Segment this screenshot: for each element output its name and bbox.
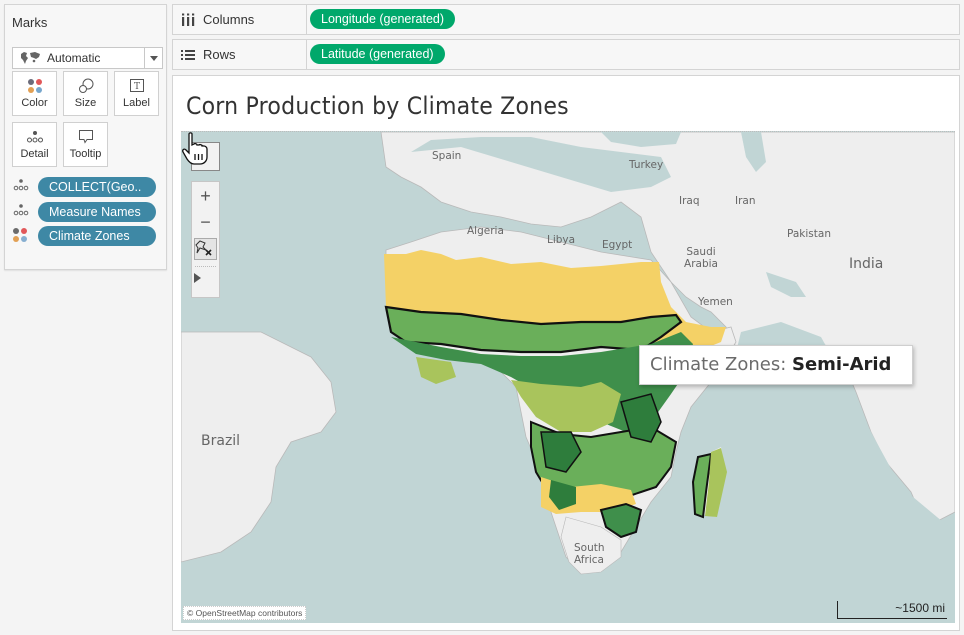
size-button[interactable]: Size bbox=[63, 71, 108, 116]
map-label-brazil: Brazil bbox=[201, 433, 241, 449]
rows-shelf: Rows Latitude (generated) bbox=[172, 39, 960, 70]
field-pill-measure-names[interactable]: Measure Names bbox=[38, 202, 156, 222]
viz-panel: Corn Production by Climate Zones Spain T… bbox=[172, 75, 960, 631]
map-label-spain: Spain bbox=[432, 150, 462, 162]
field-pill-collect-geometry[interactable]: COLLECT(Geo.. bbox=[38, 177, 156, 197]
longitude-pill[interactable]: Longitude (generated) bbox=[310, 9, 456, 29]
zone-humid-west bbox=[416, 357, 456, 384]
map-attribution[interactable]: © OpenStreetMap contributors bbox=[183, 606, 307, 620]
marks-card: Marks Automatic Color Size T Label Detai… bbox=[4, 4, 167, 270]
detail-button-label: Detail bbox=[20, 148, 49, 160]
tooltip-button-label: Tooltip bbox=[69, 148, 102, 160]
mark-type-value: Automatic bbox=[47, 51, 101, 65]
viz-title: Corn Production by Climate Zones bbox=[186, 92, 569, 120]
label-button[interactable]: T Label bbox=[114, 71, 159, 116]
controls-divider bbox=[195, 266, 216, 267]
marks-title: Marks bbox=[12, 15, 48, 30]
color-button[interactable]: Color bbox=[12, 71, 57, 116]
color-dots-icon bbox=[13, 78, 56, 94]
map-label-algeria: Algeria bbox=[467, 225, 504, 237]
zoom-in-button[interactable]: + bbox=[192, 184, 219, 208]
svg-text:T: T bbox=[133, 82, 139, 92]
size-circles-icon bbox=[64, 78, 107, 94]
rows-label: Rows bbox=[203, 47, 236, 62]
marks-field-row: COLLECT(Geo.. bbox=[12, 177, 164, 197]
map-label-iraq: Iraq bbox=[679, 195, 700, 207]
detail-dots-icon bbox=[12, 203, 38, 221]
color-button-label: Color bbox=[21, 97, 48, 109]
detail-dots-icon bbox=[13, 129, 56, 145]
map-zoom-controls: + − bbox=[191, 181, 220, 298]
tooltip-value: Semi-Arid bbox=[792, 354, 892, 375]
map-label-egypt: Egypt bbox=[602, 239, 633, 251]
map-tooltip: Climate Zones: Semi-Arid bbox=[639, 345, 913, 385]
tooltip-button[interactable]: Tooltip bbox=[63, 122, 108, 167]
rows-icon bbox=[181, 48, 195, 62]
map-label-saudi-arabia: Saudi Arabia bbox=[684, 246, 718, 270]
rows-shelf-label: Rows bbox=[173, 40, 307, 69]
tooltip-key: Climate Zones: bbox=[650, 354, 787, 375]
zoom-out-button[interactable]: − bbox=[192, 210, 219, 234]
tooltip-bubble-icon bbox=[64, 129, 107, 145]
color-dots-icon bbox=[12, 227, 38, 245]
map-marks-icon bbox=[20, 51, 42, 65]
detail-button[interactable]: Detail bbox=[12, 122, 57, 167]
size-button-label: Size bbox=[74, 97, 97, 109]
play-arrow-icon bbox=[194, 273, 201, 283]
detail-dots-icon bbox=[12, 178, 38, 196]
columns-icon bbox=[181, 13, 195, 27]
label-text-icon: T bbox=[115, 78, 158, 94]
map-label-yemen: Yemen bbox=[698, 296, 733, 308]
columns-shelf: Columns Longitude (generated) bbox=[172, 4, 960, 35]
unpin-map-button[interactable] bbox=[194, 238, 217, 260]
mark-type-dropdown[interactable]: Automatic bbox=[12, 47, 163, 69]
marks-field-row: Measure Names bbox=[12, 202, 164, 222]
map-label-south-africa: South Africa bbox=[574, 542, 605, 566]
hand-pointer-icon bbox=[182, 132, 208, 165]
columns-label: Columns bbox=[203, 12, 255, 27]
map-scale-bar: ~1500 mi bbox=[837, 601, 947, 619]
chevron-down-icon[interactable] bbox=[144, 48, 162, 68]
marks-field-row: Climate Zones bbox=[12, 226, 164, 246]
unpin-map-icon bbox=[195, 240, 212, 256]
map-label-pakistan: Pakistan bbox=[787, 228, 831, 240]
expand-toolbar-button[interactable] bbox=[192, 272, 219, 296]
label-button-label: Label bbox=[123, 97, 150, 109]
map-label-libya: Libya bbox=[547, 234, 576, 246]
field-pill-climate-zones[interactable]: Climate Zones bbox=[38, 226, 156, 246]
map-view[interactable]: Spain Turkey Iraq Iran Algeria Libya Egy… bbox=[181, 131, 955, 623]
map-label-iran: Iran bbox=[735, 195, 756, 207]
map-label-turkey: Turkey bbox=[629, 159, 664, 171]
map-label-india: India bbox=[849, 256, 884, 272]
latitude-pill[interactable]: Latitude (generated) bbox=[310, 44, 445, 64]
columns-shelf-label: Columns bbox=[173, 5, 307, 34]
